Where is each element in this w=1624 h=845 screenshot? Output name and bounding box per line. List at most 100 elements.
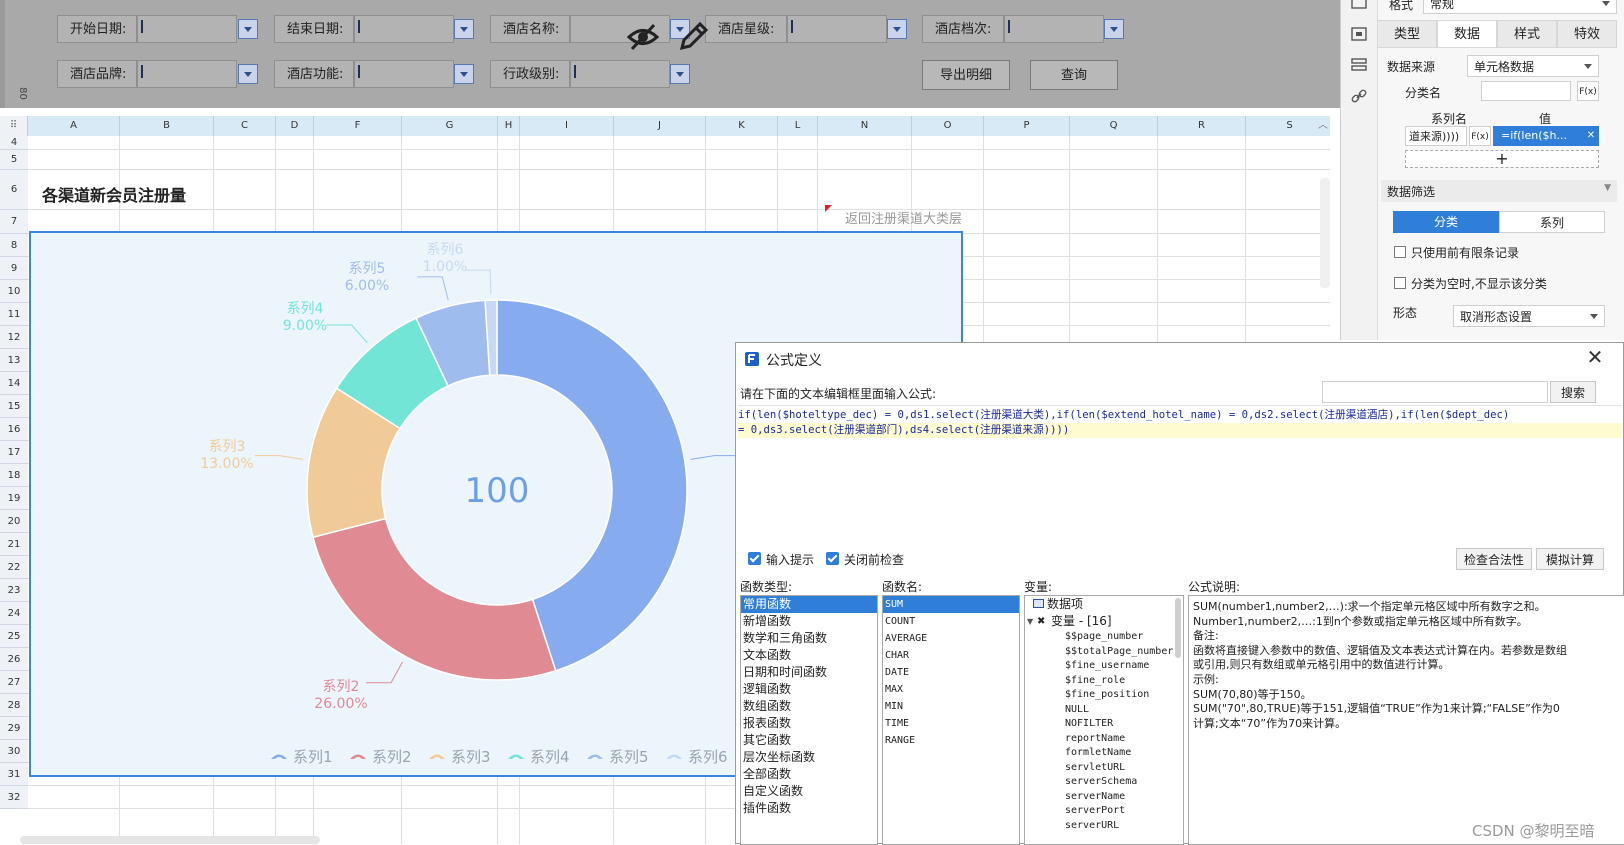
variable-scrollbar[interactable] [1175,598,1181,658]
variable-item[interactable]: reportName [1025,732,1183,747]
variable-item[interactable]: $fine_position [1025,688,1183,703]
column-header-b[interactable]: B [120,116,214,136]
function-type-item[interactable]: 常用函数 [741,596,877,613]
function-name-item[interactable]: RANGE [883,732,1019,749]
legend-label-5[interactable]: 系列5 [609,748,649,766]
series-value-cell[interactable]: =if(len($h... [1493,126,1583,146]
function-name-item[interactable]: DATE [883,664,1019,681]
column-header-h[interactable]: H [498,116,520,136]
export-detail-button[interactable]: 导出明细 [922,60,1010,90]
variable-group-node[interactable]: ▼ ✖ 变量 - [16] [1025,613,1183,630]
widget-icon[interactable] [1351,58,1367,72]
row-header-4[interactable]: 4 [0,136,28,150]
category-name-input[interactable] [1481,81,1571,101]
column-header-j[interactable]: J [614,116,706,136]
data-source-select[interactable]: 单元格数据 [1467,55,1599,77]
row-header-10[interactable]: 10 [0,280,28,303]
end-date-input[interactable] [354,15,454,43]
hotel-grade-dropdown[interactable] [1104,19,1124,39]
subtab-series[interactable]: 系列 [1499,211,1605,233]
variable-item[interactable]: serverName [1025,790,1183,805]
row-header-16[interactable]: 16 [0,418,28,441]
hotel-star-input[interactable] [787,15,887,43]
function-type-item[interactable]: 新增函数 [741,613,877,630]
function-type-item[interactable]: 其它函数 [741,732,877,749]
column-header-a[interactable]: A [28,116,120,136]
add-series-button[interactable]: + [1405,150,1599,168]
check-before-close-checkbox[interactable] [826,552,839,565]
edit-pencil-icon[interactable] [676,20,710,54]
hotel-grade-input[interactable] [1004,15,1104,43]
variable-item[interactable]: NOFILTER [1025,717,1183,732]
function-type-item[interactable]: 逻辑函数 [741,681,877,698]
variable-item[interactable]: NULL [1025,703,1183,718]
function-type-item[interactable]: 数组函数 [741,698,877,715]
input-hint-checkbox[interactable] [748,552,761,565]
legend-label-6[interactable]: 系列6 [688,748,728,766]
row-header-32[interactable]: 32 [0,786,28,809]
select-all-corner[interactable]: ⠿ [0,116,28,136]
row-header-7[interactable]: 7 [0,210,28,234]
function-name-item[interactable]: AVERAGE [883,630,1019,647]
row-header-30[interactable]: 30 [0,740,28,763]
row-header-19[interactable]: 19 [0,487,28,510]
hyperlink-icon[interactable] [1351,88,1367,104]
variable-item[interactable]: servletURL [1025,761,1183,776]
series-fx-button[interactable]: F(x) [1469,126,1491,146]
function-type-item[interactable]: 数学和三角函数 [741,630,877,647]
data-filter-header[interactable]: 数据筛选 ▼ [1381,180,1617,202]
format-select[interactable]: 常规 [1423,0,1617,14]
column-header-c[interactable]: C [214,116,276,136]
row-header-17[interactable]: 17 [0,441,28,464]
row-header-21[interactable]: 21 [0,533,28,556]
variable-item[interactable]: $$page_number [1025,630,1183,645]
legend-marker-3[interactable] [429,754,445,760]
end-date-dropdown[interactable] [454,19,474,39]
legend-marker-2[interactable] [350,754,366,760]
scroll-up-arrow-icon[interactable]: ︿ [1318,116,1330,131]
row-header-24[interactable]: 24 [0,602,28,625]
function-name-item[interactable]: COUNT [883,613,1019,630]
function-type-list[interactable]: 常用函数 新增函数 数学和三角函数 文本函数 日期和时间函数 逻辑函数 数组函数 报表函数 其它… [740,595,878,845]
formula-editor[interactable]: if(len($hoteltype_dec) = 0,ds1.select(注册… [738,405,1622,540]
column-header-q[interactable]: Q [1070,116,1158,136]
back-to-channel-link[interactable]: 返回注册渠道大类层 [845,208,962,227]
legend-label-2[interactable]: 系列2 [372,748,412,766]
function-type-item[interactable]: 文本函数 [741,647,877,664]
column-header-n[interactable]: N [818,116,912,136]
remove-series-icon[interactable]: ✕ [1583,126,1599,146]
vertical-scrollbar[interactable] [1320,178,1330,288]
legend-marker-1[interactable] [271,754,287,760]
column-header-d[interactable]: D [276,116,314,136]
legend-label-1[interactable]: 系列1 [293,748,333,766]
hotel-brand-dropdown[interactable] [238,64,258,84]
variable-item[interactable]: serverSchema [1025,775,1183,790]
legend-marker-4[interactable] [508,754,524,760]
only-top-records-checkbox[interactable] [1394,246,1406,258]
row-header-18[interactable]: 18 [0,464,28,487]
column-header-r[interactable]: R [1158,116,1246,136]
subtab-category[interactable]: 分类 [1393,211,1499,233]
row-header-29[interactable]: 29 [0,717,28,740]
form-select[interactable]: 取消形态设置 [1453,305,1605,327]
row-header-15[interactable]: 15 [0,395,28,418]
row-header-13[interactable]: 13 [0,349,28,372]
function-type-item[interactable]: 报表函数 [741,715,877,732]
panel-tab-2[interactable]: 数据 [1437,20,1497,48]
variable-item[interactable]: $fine_role [1025,674,1183,689]
row-header-14[interactable]: 14 [0,372,28,395]
start-date-input[interactable] [137,15,237,43]
function-type-item[interactable]: 自定义函数 [741,783,877,800]
function-type-item[interactable]: 全部函数 [741,766,877,783]
row-header-20[interactable]: 20 [0,510,28,533]
simulate-button[interactable]: 模拟计算 [1536,548,1604,570]
variable-item[interactable]: $$totalPage_number [1025,645,1183,660]
variable-tree[interactable]: 数据项 ▼ ✖ 变量 - [16] $$page_number $$totalPa… [1024,595,1184,845]
search-input[interactable] [1322,381,1548,403]
data-item-node[interactable]: 数据项 [1025,596,1183,613]
series-name-cell[interactable]: 道来源)))) [1405,126,1467,146]
legend-label-4[interactable]: 系列4 [530,748,570,766]
row-header-5[interactable]: 5 [0,150,28,170]
legend-marker-6[interactable] [666,754,682,760]
hotel-brand-input[interactable] [137,60,237,88]
